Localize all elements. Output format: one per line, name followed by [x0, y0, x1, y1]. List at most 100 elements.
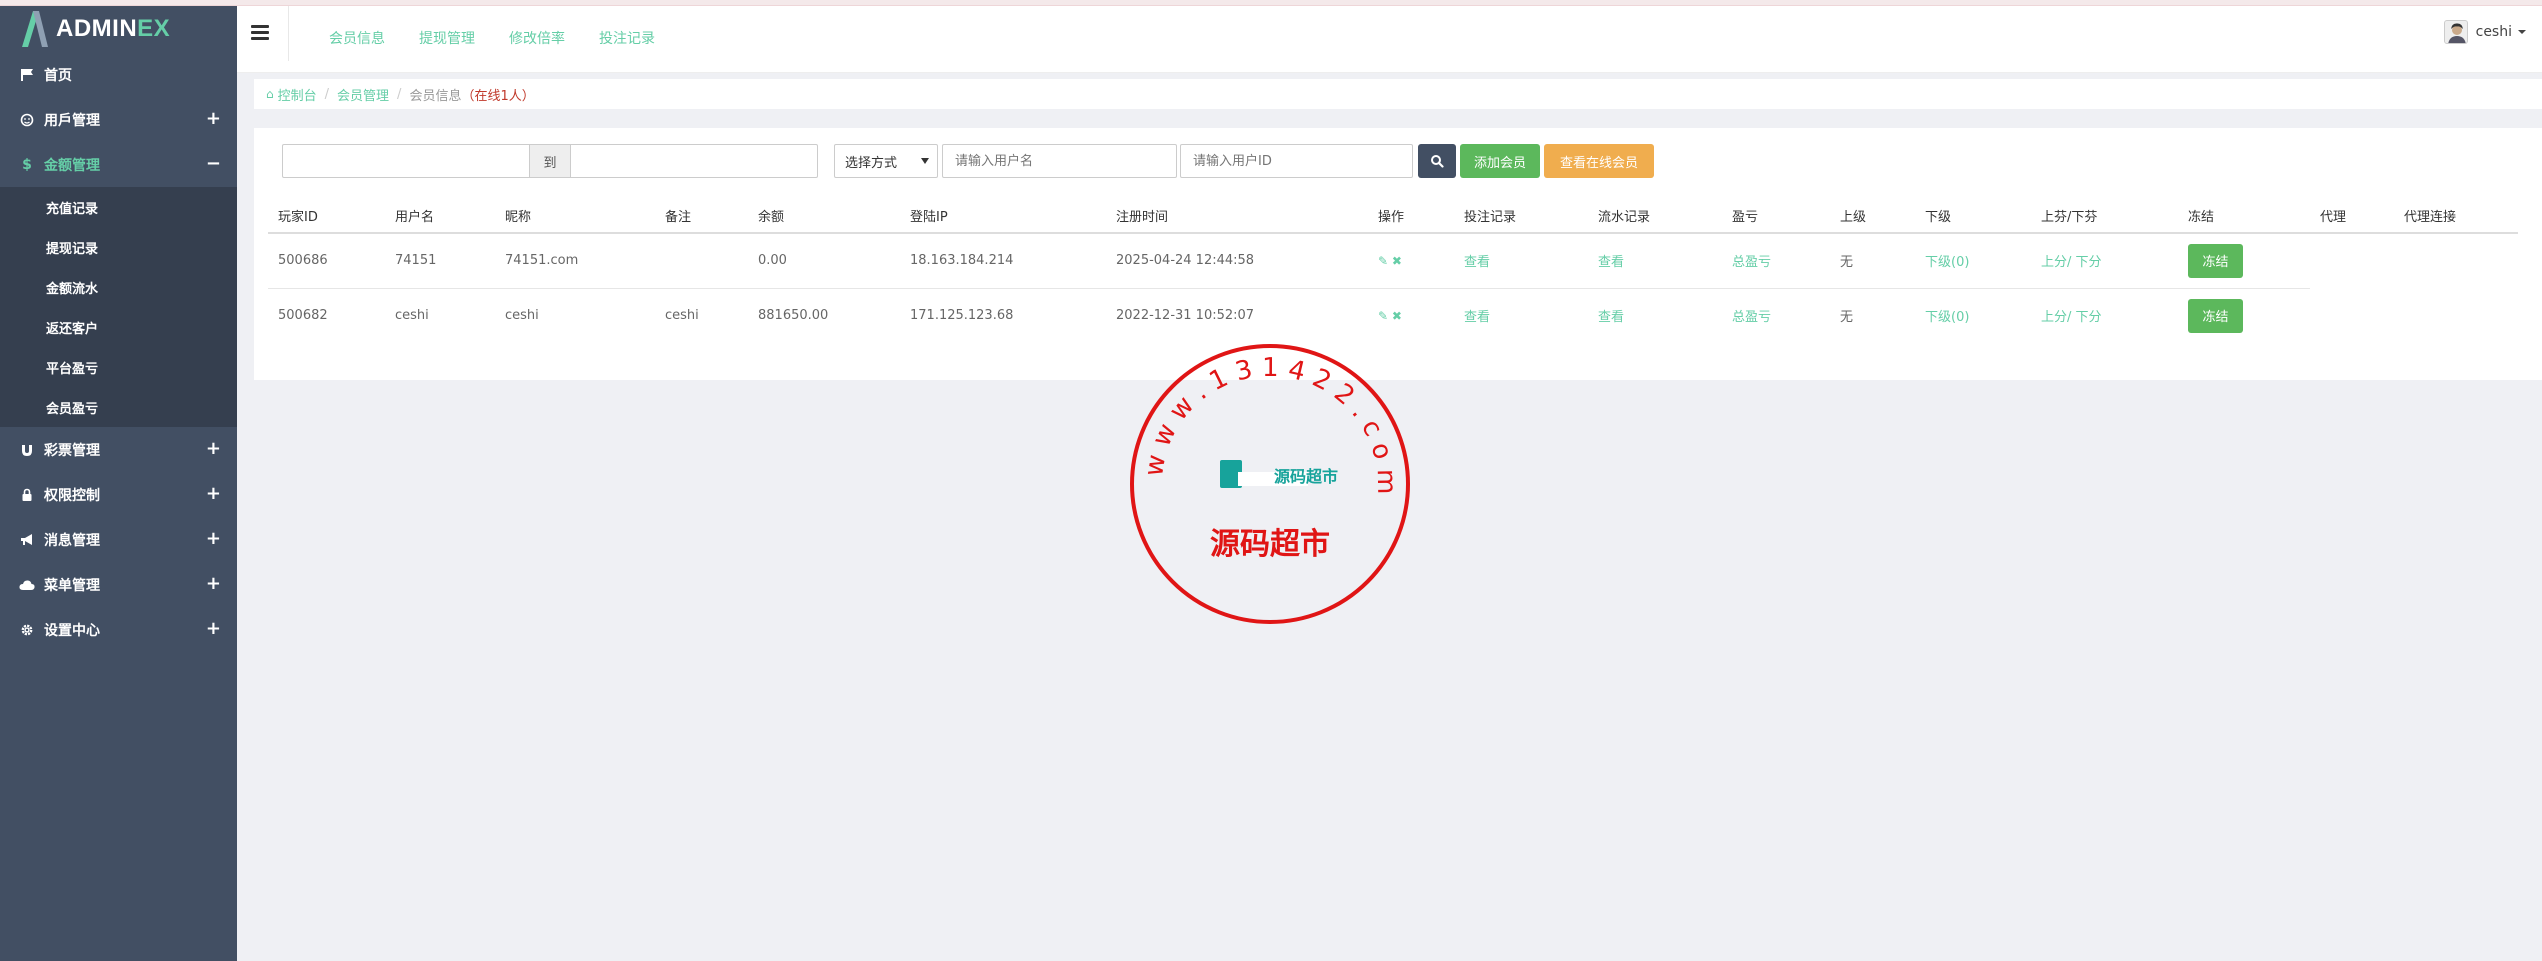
view-flow-link[interactable]: 查看 [1588, 288, 1722, 343]
menu-toggle-icon[interactable] [251, 25, 269, 41]
breadcrumb-home[interactable]: 控制台 [278, 85, 317, 104]
sidebar-subitem-member-pnl[interactable]: 会员盈亏 [0, 387, 237, 427]
sidebar-submenu-finance: 充值记录 提现记录 金额流水 返还客户 平台盈亏 会员盈亏 [0, 187, 237, 427]
sidebar-item-menus[interactable]: 菜单管理 + [0, 562, 237, 607]
freeze-button[interactable]: 冻结 [2188, 243, 2243, 278]
total-pnl-link[interactable]: 总盈亏 [1722, 233, 1830, 289]
breadcrumb-section[interactable]: 会员管理 [337, 85, 389, 104]
cloud-icon [18, 576, 36, 594]
expand-plus-icon[interactable]: + [206, 573, 221, 594]
col-updown: 上芬/下芬 [2031, 199, 2178, 234]
col-freeze: 冻结 [2178, 199, 2310, 234]
user-icon [18, 111, 36, 129]
sidebar-nav: 首页 用戶管理 + $ 金额管理 − 充值记录 提现记录 金额流水 返还客户 平… [0, 52, 237, 652]
col-pnl: 盈亏 [1722, 199, 1830, 234]
sidebar-subitem-refund[interactable]: 返还客户 [0, 307, 237, 347]
magnet-icon [18, 441, 36, 459]
header-tab-member-info[interactable]: 会员信息 [329, 28, 385, 48]
total-pnl-link[interactable]: 总盈亏 [1722, 288, 1830, 343]
col-nickname: 昵称 [495, 199, 655, 234]
expand-plus-icon[interactable]: + [206, 438, 221, 459]
expand-plus-icon[interactable]: + [206, 108, 221, 129]
sidebar-item-lottery[interactable]: 彩票管理 + [0, 427, 237, 472]
view-online-button[interactable]: 查看在线会员 [1544, 144, 1654, 178]
breadcrumb: ⌂ 控制台 / 会员管理 / 会员信息 （在线1人） [254, 79, 2542, 109]
col-bets: 投注记录 [1454, 199, 1588, 234]
col-actions: 操作 [1368, 199, 1454, 234]
col-children: 下级 [1915, 199, 2031, 234]
header-tab-withdraw[interactable]: 提现管理 [419, 28, 475, 48]
flag-icon [18, 66, 36, 84]
table-header-row: 玩家ID 用户名 昵称 备注 余额 登陆IP 注册时间 操作 投注记录 流水记录… [268, 199, 2518, 234]
col-username: 用户名 [385, 199, 495, 234]
logo-mark-icon [22, 11, 48, 47]
date-start-input[interactable] [282, 144, 530, 178]
col-reg-time: 注册时间 [1106, 199, 1368, 234]
expand-plus-icon[interactable]: + [206, 483, 221, 504]
sidebar-item-permissions[interactable]: 权限控制 + [0, 472, 237, 517]
brand-name: ADMINEX [56, 15, 171, 42]
sidebar-subitem-flow[interactable]: 金额流水 [0, 267, 237, 307]
bullhorn-icon [18, 531, 36, 549]
sidebar-item-messages[interactable]: 消息管理 + [0, 517, 237, 562]
delete-icon[interactable]: ✖ [1392, 309, 1402, 323]
userid-input[interactable] [1180, 144, 1413, 178]
username: ceshi [2475, 24, 2512, 40]
dollar-icon: $ [22, 156, 32, 173]
sidebar-item-home[interactable]: 首页 [0, 52, 237, 97]
sidebar-subitem-platform-pnl[interactable]: 平台盈亏 [0, 347, 237, 387]
stamp-center-text: 源码超市 [1210, 527, 1330, 562]
header-tab-rate[interactable]: 修改倍率 [509, 28, 565, 48]
lock-icon [18, 486, 36, 504]
col-login-ip: 登陆IP [900, 199, 1106, 234]
edit-icon[interactable]: ✎ [1378, 309, 1388, 323]
expand-plus-icon[interactable]: + [206, 528, 221, 549]
col-parent: 上级 [1830, 199, 1915, 234]
sidebar-subitem-withdraw[interactable]: 提现记录 [0, 227, 237, 267]
gear-icon [18, 621, 36, 639]
delete-icon[interactable]: ✖ [1392, 254, 1402, 268]
view-bets-link[interactable]: 查看 [1454, 288, 1588, 343]
table-row: 500682 ceshi ceshi ceshi 881650.00 171.1… [268, 288, 2518, 343]
col-agent-link: 代理连接 [2394, 199, 2518, 234]
sidebar-item-users[interactable]: 用戶管理 + [0, 97, 237, 142]
breadcrumb-current: 会员信息 [409, 88, 462, 104]
filter-bar: 到 选择方式 添加会员 查看在线会员 [282, 144, 1654, 178]
online-count: （在线1人） [461, 88, 535, 104]
expand-plus-icon[interactable]: + [206, 618, 221, 639]
updown-link[interactable]: 上分/ 下分 [2031, 288, 2178, 343]
sidebar-item-finance[interactable]: $ 金额管理 − [0, 142, 237, 187]
updown-link[interactable]: 上分/ 下分 [2031, 233, 2178, 289]
range-separator: 到 [530, 144, 570, 178]
col-remark: 备注 [655, 199, 748, 234]
stamp-logo-text: 源码超市 [1274, 467, 1338, 486]
children-link[interactable]: 下级(0) [1915, 233, 2031, 289]
freeze-button[interactable]: 冻结 [2188, 298, 2243, 333]
home-icon: ⌂ [266, 87, 274, 101]
children-link[interactable]: 下级(0) [1915, 288, 2031, 343]
add-member-button[interactable]: 添加会员 [1460, 144, 1540, 178]
header-divider [288, 6, 289, 61]
sidebar-subitem-recharge[interactable]: 充值记录 [0, 187, 237, 227]
header-tab-bets[interactable]: 投注记录 [599, 28, 655, 48]
view-bets-link[interactable]: 查看 [1454, 233, 1588, 289]
members-table: 玩家ID 用户名 昵称 备注 余额 登陆IP 注册时间 操作 投注记录 流水记录… [268, 199, 2518, 343]
method-select[interactable]: 选择方式 [834, 144, 938, 178]
collapse-minus-icon[interactable]: − [206, 153, 221, 174]
edit-icon[interactable]: ✎ [1378, 254, 1388, 268]
search-button[interactable] [1418, 144, 1456, 178]
sidebar: ADMINEX 首页 用戶管理 + $ 金额管理 − 充值记录 提现记录 金额流… [0, 6, 237, 961]
sidebar-item-settings[interactable]: 设置中心 + [0, 607, 237, 652]
avatar [2443, 20, 2468, 44]
date-end-input[interactable] [570, 144, 818, 178]
view-flow-link[interactable]: 查看 [1588, 233, 1722, 289]
watermark-stamp: w w w . 1 3 1 4 2 2 . c o m 源码超市 源码超市 [1130, 344, 1410, 624]
top-header: 会员信息 提现管理 修改倍率 投注记录 ceshi [237, 6, 2542, 73]
user-menu[interactable]: ceshi [2443, 20, 2526, 44]
search-icon [1431, 155, 1444, 168]
caret-down-icon [2518, 30, 2526, 34]
col-flow: 流水记录 [1588, 199, 1722, 234]
brand-logo[interactable]: ADMINEX [0, 6, 237, 52]
username-input[interactable] [942, 144, 1177, 178]
col-balance: 余额 [748, 199, 900, 234]
